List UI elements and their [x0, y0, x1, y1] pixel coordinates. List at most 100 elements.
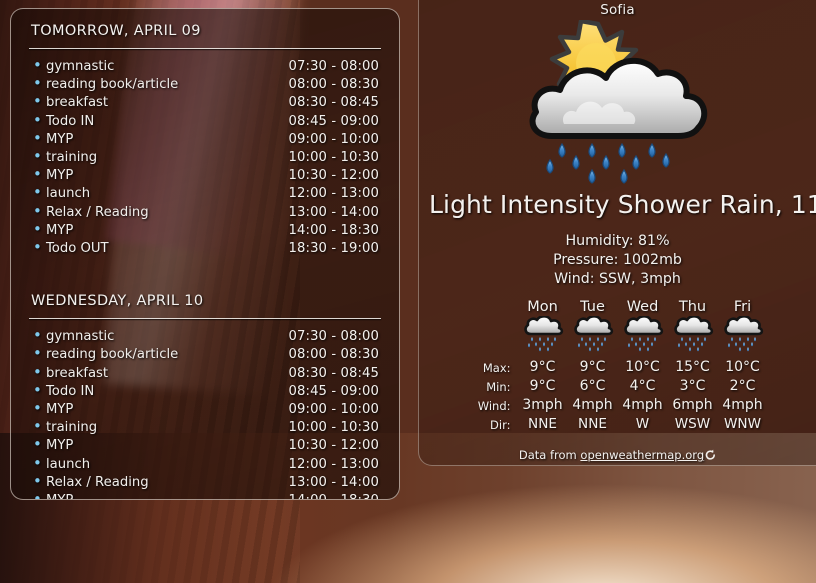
forecast-dir-row: Dir:NNENNEWWSWWNW	[468, 415, 768, 434]
calendar-event-time: 07:30 - 08:00	[289, 58, 383, 75]
bullet-icon: •	[33, 148, 46, 165]
forecast-min-label: Min:	[468, 377, 518, 396]
forecast-dir-value: NNE	[568, 415, 618, 434]
forecast-wind-value: 4mph	[618, 396, 668, 415]
forecast-day-label: Thu	[668, 299, 718, 316]
forecast-wind-value: 4mph	[718, 396, 768, 415]
bullet-icon: •	[33, 491, 46, 500]
calendar-event-time: 12:00 - 13:00	[289, 185, 383, 202]
rain-cloud-icon	[668, 316, 718, 358]
calendar-event-time: 08:30 - 08:45	[289, 94, 383, 111]
calendar-event-time: 08:45 - 09:00	[289, 383, 383, 400]
weather-city-name: Sofia	[419, 0, 816, 18]
calendar-event-row: •gymnastic07:30 - 08:00	[27, 57, 383, 75]
calendar-event-time: 12:00 - 13:00	[289, 456, 383, 473]
calendar-event-name: MYP	[46, 401, 289, 418]
forecast-wind-label: Wind:	[468, 396, 518, 415]
calendar-event-row: •breakfast08:30 - 08:45	[27, 364, 383, 382]
calendar-event-name: launch	[46, 456, 289, 473]
bullet-icon: •	[33, 203, 46, 220]
calendar-event-name: training	[46, 419, 289, 436]
forecast-dir-value: WSW	[668, 415, 718, 434]
bullet-icon: •	[33, 93, 46, 110]
forecast-wind-value: 3mph	[518, 396, 568, 415]
forecast-corner-spacer	[468, 299, 518, 316]
calendar-event-name: MYP	[46, 222, 289, 239]
raindrops	[547, 144, 669, 183]
calendar-event-row: •gymnastic07:30 - 08:00	[27, 327, 383, 345]
calendar-event-row: •training10:00 - 10:30	[27, 148, 383, 166]
calendar-event-row: •MYP14:00 - 18:30	[27, 491, 383, 500]
calendar-event-name: launch	[46, 185, 289, 202]
calendar-event-row: •reading book/article08:00 - 08:30	[27, 75, 383, 93]
calendar-day-block: TOMORROW, APRIL 09 •gymnastic07:30 - 08:…	[27, 23, 383, 257]
calendar-day-block: WEDNESDAY, APRIL 10 •gymnastic07:30 - 08…	[27, 293, 383, 500]
sun-behind-rain-cloud-icon	[514, 20, 714, 188]
calendar-event-name: Todo IN	[46, 113, 289, 130]
attribution-prefix: Data from	[519, 448, 581, 462]
calendar-event-time: 07:30 - 08:00	[289, 328, 383, 345]
calendar-event-list: •gymnastic07:30 - 08:00•reading book/art…	[27, 57, 383, 257]
forecast-min-value: 6°C	[568, 377, 618, 396]
forecast-dir-label: Dir:	[468, 415, 518, 434]
calendar-event-row: •training10:00 - 10:30	[27, 418, 383, 436]
weather-humidity: Humidity: 81%	[419, 232, 816, 251]
calendar-event-time: 10:00 - 10:30	[289, 149, 383, 166]
weather-main-icon-wrap	[419, 20, 816, 188]
forecast-wind-value: 6mph	[668, 396, 718, 415]
openweathermap-link[interactable]: openweathermap.org	[580, 448, 704, 462]
calendar-day-divider	[29, 48, 381, 49]
bullet-icon: •	[33, 436, 46, 453]
calendar-event-name: Todo OUT	[46, 240, 289, 257]
calendar-event-row: •MYP10:30 - 12:00	[27, 166, 383, 184]
forecast-min-row: Min:9°C6°C4°C3°C2°C	[468, 377, 768, 396]
bullet-icon: •	[33, 327, 46, 344]
forecast-min-value: 9°C	[518, 377, 568, 396]
forecast-dir-value: W	[618, 415, 668, 434]
calendar-event-time: 10:30 - 12:00	[289, 167, 383, 184]
forecast-max-label: Max:	[468, 358, 518, 377]
calendar-event-time: 13:00 - 14:00	[289, 474, 383, 491]
calendar-event-row: •Relax / Reading13:00 - 14:00	[27, 473, 383, 491]
forecast-corner-spacer	[468, 316, 518, 358]
forecast-day-label: Mon	[518, 299, 568, 316]
rain-cloud-icon	[518, 316, 568, 358]
bullet-icon: •	[33, 130, 46, 147]
forecast-day-header-row: MonTueWedThuFri	[468, 299, 768, 316]
calendar-event-time: 14:00 - 18:30	[289, 492, 383, 500]
bullet-icon: •	[33, 184, 46, 201]
calendar-event-name: MYP	[46, 167, 289, 184]
weather-forecast-table: MonTueWedThuFri Max:9°C9°C10°C15°C10°C M…	[468, 299, 768, 434]
bullet-icon: •	[33, 418, 46, 435]
calendar-event-name: reading book/article	[46, 76, 289, 93]
rain-cloud-icon	[618, 316, 668, 358]
bullet-icon: •	[33, 400, 46, 417]
calendar-event-row: •Todo IN08:45 - 09:00	[27, 382, 383, 400]
calendar-event-name: MYP	[46, 131, 289, 148]
bullet-icon: •	[33, 382, 46, 399]
weather-wind: Wind: SSW, 3mph	[419, 270, 816, 289]
forecast-max-value: 10°C	[618, 358, 668, 377]
weather-condition-text: Light Intensity Shower Rain, 11°C	[419, 190, 816, 220]
forecast-wind-row: Wind:3mph4mph4mph6mph4mph	[468, 396, 768, 415]
refresh-icon[interactable]	[705, 449, 716, 464]
forecast-min-value: 3°C	[668, 377, 718, 396]
calendar-widget: TOMORROW, APRIL 09 •gymnastic07:30 - 08:…	[10, 8, 400, 500]
bullet-icon: •	[33, 57, 46, 74]
calendar-event-row: •breakfast08:30 - 08:45	[27, 93, 383, 111]
calendar-day-divider	[29, 318, 381, 319]
bullet-icon: •	[33, 345, 46, 362]
calendar-event-time: 14:00 - 18:30	[289, 222, 383, 239]
calendar-event-name: reading book/article	[46, 346, 289, 363]
bullet-icon: •	[33, 221, 46, 238]
weather-pressure: Pressure: 1002mb	[419, 251, 816, 270]
weather-stats: Humidity: 81% Pressure: 1002mb Wind: SSW…	[419, 232, 816, 289]
calendar-event-time: 08:00 - 08:30	[289, 346, 383, 363]
calendar-event-row: •launch12:00 - 13:00	[27, 184, 383, 202]
bullet-icon: •	[33, 75, 46, 92]
calendar-event-time: 18:30 - 19:00	[289, 240, 383, 257]
calendar-event-time: 09:00 - 10:00	[289, 401, 383, 418]
rain-cloud-icon	[568, 316, 618, 358]
forecast-min-value: 2°C	[718, 377, 768, 396]
weather-widget: Sofia	[418, 0, 816, 466]
